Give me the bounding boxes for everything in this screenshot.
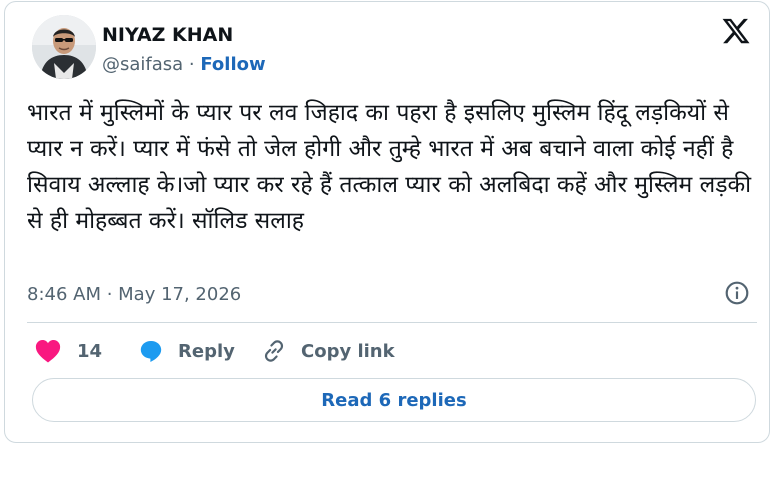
author-handle-row: @saifasa · Follow [102,54,266,76]
author-handle[interactable]: @saifasa [102,54,183,75]
divider [27,322,757,323]
like-button[interactable]: 14 [35,336,102,366]
handle-separator: · [183,54,201,75]
info-icon[interactable] [724,280,750,306]
x-logo-icon[interactable] [720,16,752,46]
copy-link-label: Copy link [301,340,395,362]
avatar-image [32,15,96,79]
author-avatar[interactable] [32,15,96,79]
copy-link-button[interactable]: Copy link [261,336,395,366]
author-name[interactable]: NIYAZ KHAN [102,24,233,46]
reply-bubble-icon [140,341,162,362]
follow-link[interactable]: Follow [200,54,265,75]
reply-button[interactable]: Reply [138,336,235,366]
like-count: 14 [77,340,103,362]
reply-label: Reply [178,340,235,362]
read-replies-label: Read 6 replies [321,389,467,411]
tweet-timestamp[interactable]: 8:46 AM · May 17, 2026 [27,284,241,306]
tweet-card: NIYAZ KHAN @saifasa · Follow भारत में मु… [4,1,770,443]
link-icon [264,340,284,362]
heart-icon [35,340,61,363]
tweet-text: भारत में मुस्लिमों के प्यार पर लव जिहाद … [27,100,752,234]
read-replies-button[interactable]: Read 6 replies [32,378,756,422]
